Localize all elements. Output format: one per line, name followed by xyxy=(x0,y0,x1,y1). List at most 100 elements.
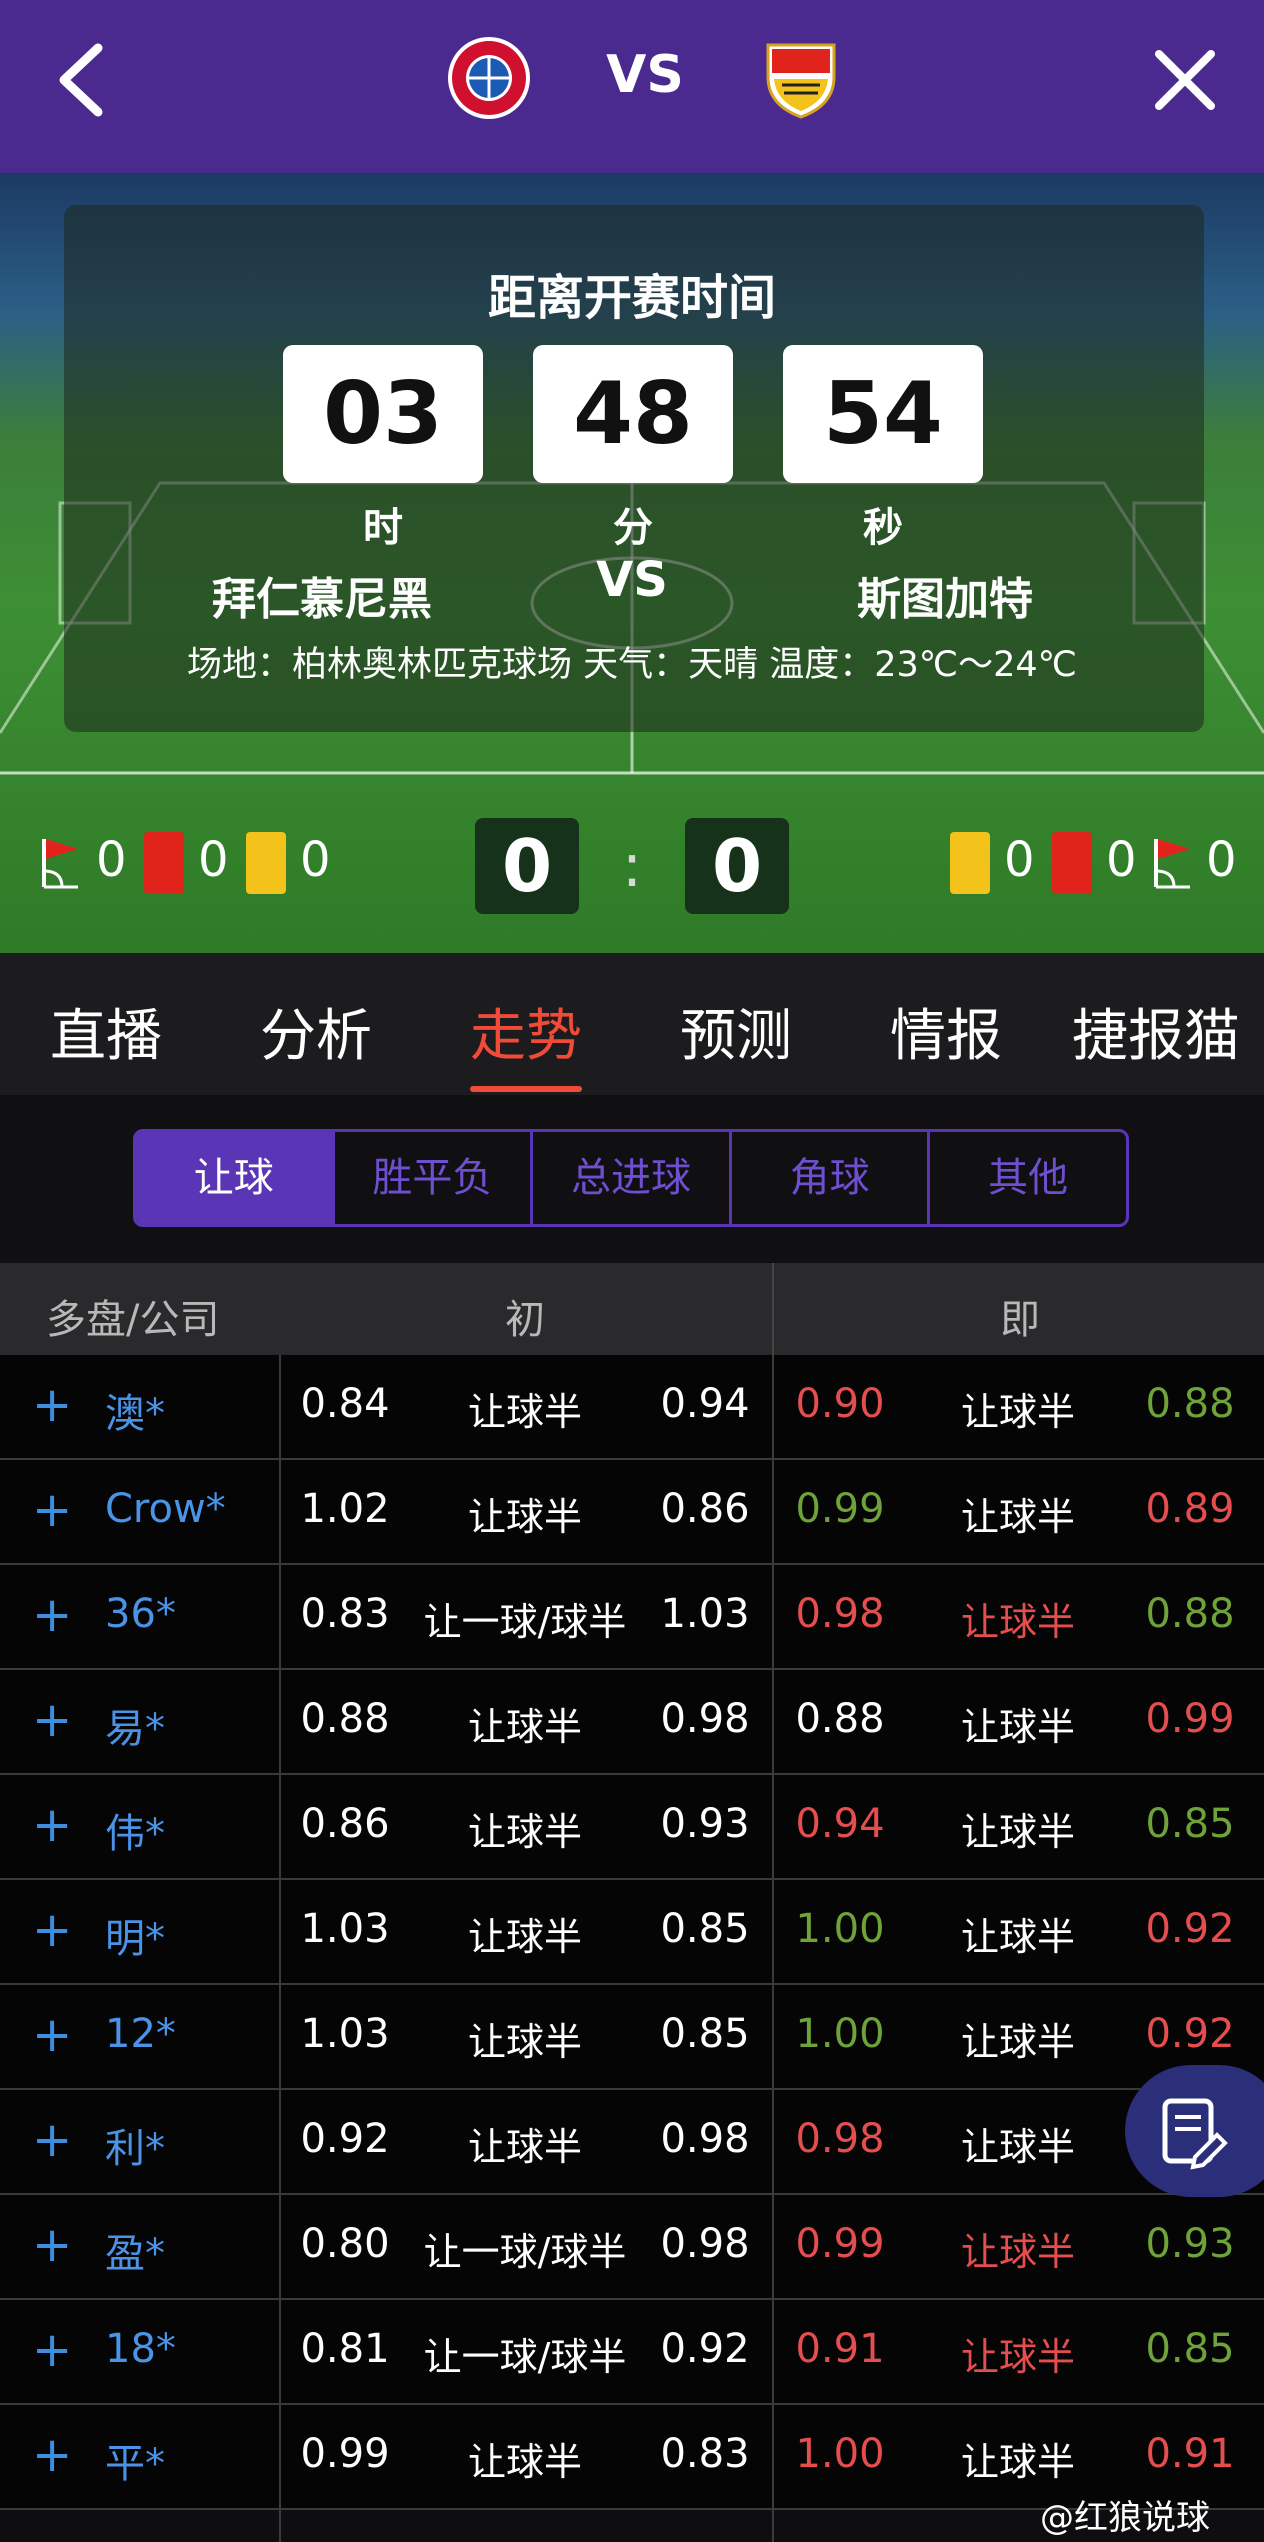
live-handicap-line: 让球半 xyxy=(960,1810,1075,1854)
company-name: Crow* xyxy=(105,1486,226,1532)
expand-plus-icon[interactable]: + xyxy=(32,1797,72,1853)
close-icon[interactable] xyxy=(1145,40,1225,120)
home-yellow-cards: 0 xyxy=(300,832,331,888)
corner-flag-icon xyxy=(42,839,78,889)
back-icon[interactable] xyxy=(46,40,116,120)
initial-handicap-line: 让球半 xyxy=(467,1495,582,1539)
table-row[interactable]: + 易* 0.88 让球半 0.98 0.88 让球半 0.99 xyxy=(0,1670,1264,1775)
segment-other[interactable]: 其他 xyxy=(927,1132,1126,1224)
away-yellow-cards: 0 xyxy=(1004,832,1035,888)
expand-plus-icon[interactable]: + xyxy=(32,1692,72,1748)
company-name: 平* xyxy=(105,2441,165,2487)
expand-plus-icon[interactable]: + xyxy=(32,1587,72,1643)
live-home-odds: 1.00 xyxy=(795,1906,885,1952)
yellow-card-icon xyxy=(246,832,286,894)
live-handicap-line: 让球半 xyxy=(960,2125,1075,2169)
initial-handicap-line: 让球半 xyxy=(467,1810,582,1854)
initial-away-odds: 0.98 xyxy=(660,2116,750,2162)
corner-flag-icon xyxy=(1154,839,1190,889)
live-away-odds: 0.92 xyxy=(1145,1906,1235,1952)
stuttgart-crest-icon xyxy=(766,43,836,119)
tab-bar: 直播 分析 走势 预测 情报 捷报猫 xyxy=(0,953,1264,1095)
live-home-odds: 0.98 xyxy=(795,1591,885,1637)
live-away-odds: 0.91 xyxy=(1145,2431,1235,2477)
table-row[interactable]: + 澳* 0.84 让球半 0.94 0.90 让球半 0.88 xyxy=(0,1355,1264,1460)
live-away-odds: 0.99 xyxy=(1145,1696,1235,1742)
table-row[interactable]: +12* 1.03 让球半 0.85 1.00 让球半 0.92 xyxy=(0,1985,1264,2090)
live-home-odds: 0.94 xyxy=(795,1801,885,1847)
score-separator: : xyxy=(621,831,643,901)
table-row[interactable]: +利*0.92让球半0.980.98让球半0.84 xyxy=(0,2090,1264,2195)
initial-home-odds: 0.92 xyxy=(300,2116,390,2162)
tab-intel[interactable]: 情报 xyxy=(841,991,1051,1072)
initial-handicap-line: 让一球/球半 xyxy=(423,2335,627,2379)
active-tab-indicator xyxy=(470,1086,582,1092)
expand-plus-icon[interactable]: + xyxy=(32,1482,72,1538)
table-row[interactable]: +36* 0.83 让一球/球半 1.03 0.98 让球半 0.88 xyxy=(0,1565,1264,1670)
live-handicap-line: 让球半 xyxy=(960,2440,1075,2484)
live-away-odds: 0.88 xyxy=(1145,1591,1235,1637)
initial-home-odds: 1.03 xyxy=(300,1906,390,1952)
live-handicap-line: 让球半 xyxy=(960,2230,1075,2274)
expand-plus-icon[interactable]: + xyxy=(32,2322,72,2378)
table-row[interactable]: +18* 0.81 让一球/球半 0.92 0.91 让球半 0.85 xyxy=(0,2300,1264,2405)
segment-handicap[interactable]: 让球 xyxy=(136,1132,332,1224)
table-row[interactable]: + 伟* 0.86 让球半 0.93 0.94 让球半 0.85 xyxy=(0,1775,1264,1880)
tab-trend[interactable]: 走势 xyxy=(421,991,631,1072)
live-handicap-line: 让球半 xyxy=(960,1915,1075,1959)
company-name: 12* xyxy=(105,2011,176,2057)
header-vs: VS xyxy=(606,45,684,105)
live-home-odds: 0.91 xyxy=(795,2326,885,2372)
initial-home-odds: 0.88 xyxy=(300,1696,390,1742)
table-row[interactable]: + 明* 1.03 让球半 0.85 1.00 让球半 0.92 xyxy=(0,1880,1264,1985)
live-home-odds: 0.90 xyxy=(795,1381,885,1427)
tab-jiebaomao[interactable]: 捷报猫 xyxy=(1051,991,1261,1072)
table-row[interactable]: + 盈* 0.80 让一球/球半 0.98 0.99 让球半 0.93 xyxy=(0,2195,1264,2300)
seconds-unit: 秒 xyxy=(863,505,903,551)
initial-handicap-line: 让球半 xyxy=(467,2125,582,2169)
expand-plus-icon[interactable]: + xyxy=(32,1377,72,1433)
initial-home-odds: 0.84 xyxy=(300,1381,390,1427)
odds-type-selector-area: 让球 胜平负 总进球 角球 其他 xyxy=(0,1095,1264,1263)
expand-plus-icon[interactable]: + xyxy=(32,2427,72,2483)
expand-plus-icon[interactable]: + xyxy=(32,1902,72,1958)
live-home-odds: 0.88 xyxy=(795,1696,885,1742)
initial-away-odds: 0.93 xyxy=(660,1801,750,1847)
tab-prediction[interactable]: 预测 xyxy=(631,991,841,1072)
live-away-odds: 0.93 xyxy=(1145,2221,1235,2267)
company-name: 易* xyxy=(105,1706,165,1752)
live-away-odds: 0.85 xyxy=(1145,2326,1235,2372)
expand-plus-icon[interactable]: + xyxy=(32,2112,72,2168)
match-venue-weather: 场地：柏林奥林匹克球场 天气：天晴 温度：23℃～24℃ xyxy=(187,645,1077,685)
segment-1x2[interactable]: 胜平负 xyxy=(331,1132,531,1224)
table-row[interactable]: + Crow* 1.02 让球半 0.86 0.99 让球半 0.89 xyxy=(0,1460,1264,1565)
initial-home-odds: 0.80 xyxy=(300,2221,390,2267)
initial-away-odds: 0.85 xyxy=(660,1906,750,1952)
odds-type-selector: 让球 胜平负 总进球 角球 其他 xyxy=(133,1129,1129,1227)
expand-plus-icon[interactable]: + xyxy=(32,2217,72,2273)
match-vs: VS xyxy=(596,552,668,608)
initial-away-odds: 1.03 xyxy=(660,1591,750,1637)
initial-handicap-line: 让球半 xyxy=(467,1705,582,1749)
expand-plus-icon[interactable]: + xyxy=(32,2007,72,2063)
countdown-hours: 03 xyxy=(283,345,483,483)
col-company: 多盘/公司 xyxy=(46,1297,220,1343)
live-away-odds: 0.92 xyxy=(1145,2011,1235,2057)
red-card-icon xyxy=(144,832,184,894)
bayern-crest-icon xyxy=(448,37,530,119)
initial-away-odds: 0.92 xyxy=(660,2326,750,2372)
segment-total-goals[interactable]: 总进球 xyxy=(530,1132,729,1224)
tab-analysis[interactable]: 分析 xyxy=(211,991,421,1072)
tab-live[interactable]: 直播 xyxy=(1,991,211,1072)
header-divider xyxy=(772,1263,774,1355)
countdown-title: 距离开赛时间 xyxy=(487,270,776,326)
live-handicap-line: 让球半 xyxy=(960,2020,1075,2064)
countdown-minutes: 48 xyxy=(533,345,733,483)
home-score: 0 xyxy=(475,818,579,914)
weibo-watermark: @红狼说球 xyxy=(1040,2498,1210,2538)
company-name: 利* xyxy=(105,2126,165,2172)
live-home-odds: 1.00 xyxy=(795,2011,885,2057)
segment-corners[interactable]: 角球 xyxy=(728,1132,928,1224)
notes-float-button[interactable] xyxy=(1125,2065,1264,2197)
initial-handicap-line: 让一球/球半 xyxy=(423,1600,627,1644)
